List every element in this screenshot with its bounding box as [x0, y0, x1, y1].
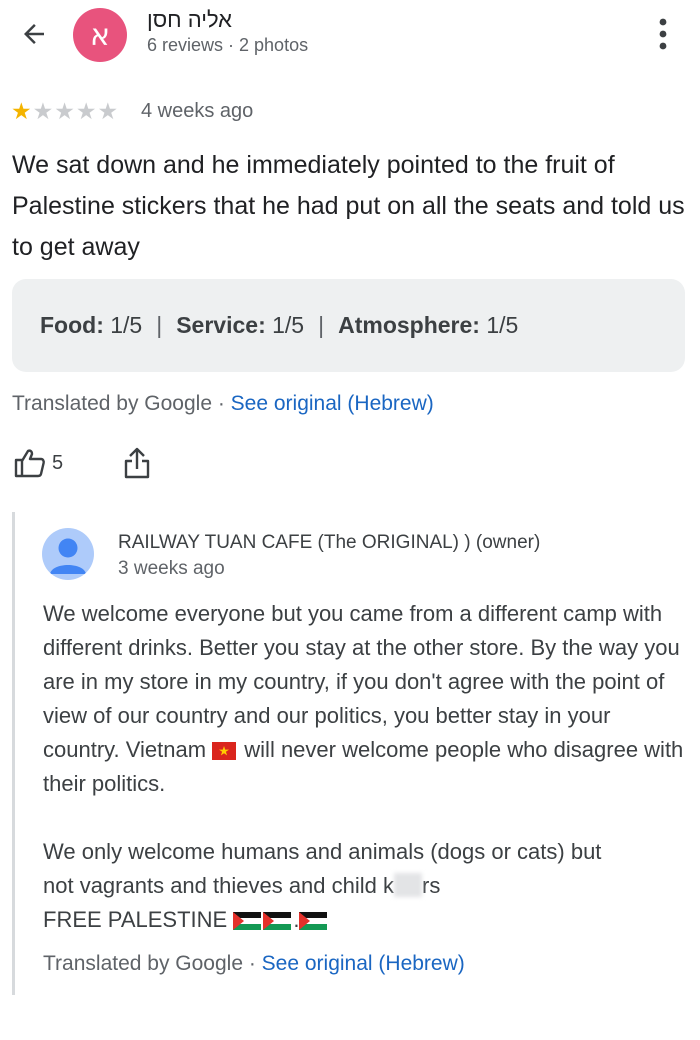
divider: |: [318, 312, 325, 338]
rating-breakdown: Food: 1/5 | Service: 1/5 | Atmosphere: 1…: [12, 279, 685, 372]
thumb-up-icon: [14, 449, 45, 478]
star-icon: ★: [75, 98, 97, 124]
share-icon: [124, 447, 150, 479]
star-rating: ★ ★ ★ ★ ★: [11, 98, 118, 124]
share-button[interactable]: [122, 446, 152, 485]
star-icon: ★: [32, 98, 54, 124]
reply-divider: [12, 512, 15, 995]
rating-service: Service: 1/5: [176, 312, 305, 338]
translation-note: Translated by Google · See original (Heb…: [12, 392, 434, 415]
rating-atmosphere: Atmosphere: 1/5: [338, 312, 519, 338]
star-icon: ★: [54, 98, 75, 124]
palestine-flag-icon: [299, 912, 328, 930]
divider: |: [156, 312, 163, 338]
back-button[interactable]: [14, 14, 54, 54]
vietnam-flag-icon: [212, 742, 237, 760]
more-vert-icon: [659, 18, 667, 50]
author-avatar[interactable]: א: [73, 8, 127, 62]
author-name[interactable]: אליה חסן: [147, 7, 232, 33]
person-icon: [50, 538, 86, 574]
owner-avatar: [42, 528, 94, 580]
owner-reply-date: 3 weeks ago: [118, 558, 225, 579]
palestine-flag-icon: [233, 912, 262, 930]
more-options-button[interactable]: [648, 12, 678, 56]
like-count: 5: [52, 451, 64, 474]
see-original-link[interactable]: See original (Hebrew): [231, 392, 434, 415]
rating-food: Food: 1/5: [40, 312, 143, 338]
author-meta: 6 reviews · 2 photos: [147, 35, 309, 55]
owner-see-original-link[interactable]: See original (Hebrew): [262, 952, 465, 975]
like-button[interactable]: 5: [14, 448, 63, 478]
owner-name: RAILWAY TUAN CAFE (The ORIGINAL) ) (owne…: [118, 532, 541, 553]
owner-reply-paragraph: We welcome everyone but you came from a …: [43, 601, 684, 796]
censored-text: [394, 873, 423, 897]
owner-reply-text: We welcome everyone but you came from a …: [43, 597, 693, 937]
review-date: 4 weeks ago: [141, 100, 254, 122]
review-text: We sat down and he immediately pointed t…: [12, 151, 685, 261]
star-icon: ★: [97, 98, 119, 124]
owner-reply-paragraph: We only welcome humans and animals (dogs…: [43, 839, 602, 932]
owner-translation-note: Translated by Google · See original (Heb…: [43, 952, 465, 975]
star-icon: ★: [11, 98, 32, 124]
back-arrow-icon: [24, 24, 44, 44]
palestine-flag-icon: [263, 912, 292, 930]
